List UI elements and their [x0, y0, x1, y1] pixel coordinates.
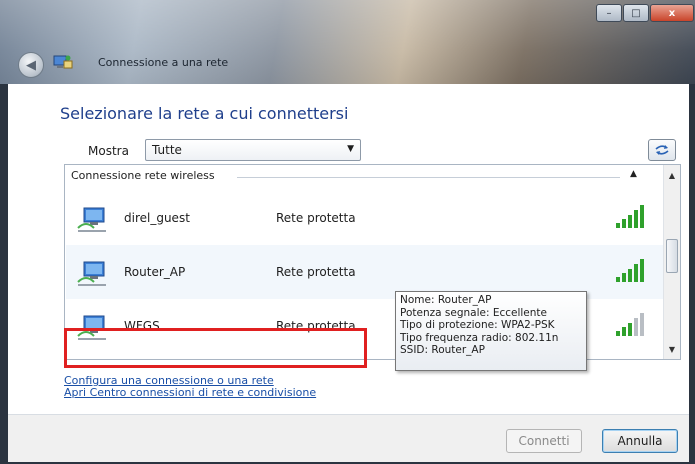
network-center-link[interactable]: Apri Centro connessioni di rete e condiv…	[64, 386, 316, 399]
scroll-up-icon[interactable]: ▲	[664, 167, 680, 183]
maximize-button[interactable]: □	[623, 4, 649, 22]
network-row-direl-guest[interactable]: direl_guest Rete protetta	[66, 191, 663, 245]
tooltip-line: SSID: Router_AP	[400, 344, 485, 356]
refresh-icon	[655, 145, 669, 155]
signal-strength-icon	[616, 205, 644, 228]
page-title: Selezionare la rete a cui connettersi	[60, 104, 349, 123]
scroll-down-icon[interactable]: ▼	[664, 341, 680, 357]
tooltip-line: Tipo frequenza radio: 802.11n	[400, 331, 559, 344]
title-bar	[0, 0, 695, 84]
connect-to-network-window: ◀ Connessione a una rete – □ x Seleziona…	[0, 0, 695, 464]
connect-button[interactable]: Connetti	[506, 429, 582, 453]
minimize-button[interactable]: –	[596, 4, 622, 22]
network-security: Rete protetta	[276, 211, 356, 225]
network-title-icon	[53, 55, 73, 69]
back-arrow-icon[interactable]: ◀	[18, 52, 44, 78]
vertical-scrollbar[interactable]: ▲ ▼	[663, 165, 680, 359]
window-title: Connessione a una rete	[98, 56, 229, 69]
show-label: Mostra	[88, 144, 129, 158]
wireless-network-icon	[77, 261, 106, 286]
cancel-button[interactable]: Annulla	[602, 429, 678, 453]
show-filter-select[interactable]: Tutte ▼	[145, 139, 361, 161]
tooltip-line: Potenza segnale: Eccellente	[400, 306, 547, 319]
signal-strength-icon	[616, 259, 644, 282]
wireless-network-icon	[77, 207, 106, 232]
group-divider	[237, 177, 620, 178]
network-tooltip: Nome: Router_AP Potenza segnale: Eccelle…	[395, 291, 587, 371]
caption-buttons: – □ x	[596, 4, 695, 26]
tooltip-line: Tipo di protezione: WPA2-PSK	[400, 319, 555, 331]
show-filter-value: Tutte	[152, 143, 182, 157]
group-header: Connessione rete wireless	[71, 169, 215, 182]
network-name: direl_guest	[124, 211, 190, 225]
close-button[interactable]: x	[650, 4, 694, 22]
scroll-thumb[interactable]	[666, 239, 678, 273]
signal-strength-icon	[616, 313, 644, 336]
network-security: Rete protetta	[276, 265, 356, 279]
network-name: Router_AP	[124, 265, 186, 279]
refresh-button[interactable]	[648, 139, 676, 161]
tooltip-line: Nome: Router_AP	[400, 294, 492, 306]
selection-highlight-box	[64, 328, 367, 368]
chevron-down-icon: ▼	[347, 144, 354, 154]
collapse-chevron-icon[interactable]: ▲	[630, 169, 637, 179]
dialog-footer: Connetti Annulla	[8, 414, 689, 462]
